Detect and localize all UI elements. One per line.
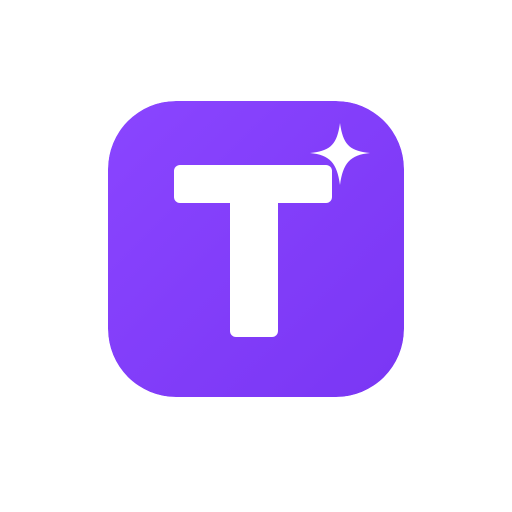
app-icon-graphic — [108, 101, 404, 397]
app-icon[interactable] — [108, 101, 404, 397]
app-icon-canvas — [0, 0, 512, 512]
